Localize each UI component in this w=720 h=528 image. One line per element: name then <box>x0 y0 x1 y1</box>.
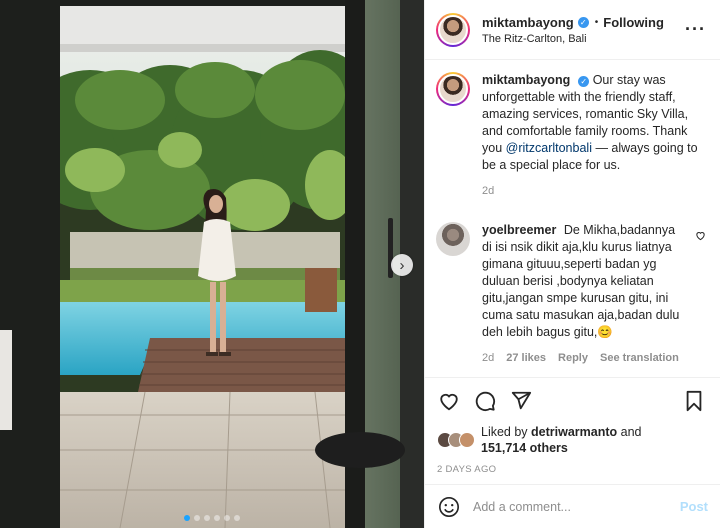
likes-and-text: and <box>617 425 642 439</box>
post-side-panel: miktambayong ✓ • Following The Ritz-Carl… <box>424 0 720 528</box>
post-header: miktambayong ✓ • Following The Ritz-Carl… <box>425 0 720 60</box>
caption-meta: 2d <box>482 183 706 200</box>
likes-summary: Liked by detriwarmanto and 151,714 other… <box>437 424 706 456</box>
post-actions: Liked by detriwarmanto and 151,714 other… <box>425 377 720 475</box>
add-comment-bar: Add a comment... Post <box>425 484 720 528</box>
carousel-dot <box>204 515 210 521</box>
carousel-dot <box>234 515 240 521</box>
heart-icon[interactable] <box>437 389 461 413</box>
carousel-dot <box>184 515 190 521</box>
comments-section: miktambayong ✓ Our stay was unforgettable… <box>425 60 720 377</box>
post-location[interactable]: The Ritz-Carlton, Bali <box>482 33 685 45</box>
verified-badge-icon: ✓ <box>577 16 589 28</box>
carousel-indicator <box>0 515 424 521</box>
following-button[interactable]: Following <box>603 15 664 30</box>
liker-avatars <box>437 432 475 448</box>
likes-others-count[interactable]: 151,714 others <box>481 441 568 455</box>
caption-age[interactable]: 2d <box>482 183 494 200</box>
caption-body: miktambayong ✓ Our stay was unforgettable… <box>482 72 706 200</box>
share-icon[interactable] <box>509 389 533 413</box>
carousel-dot <box>194 515 200 521</box>
caption-author-avatar[interactable] <box>436 72 470 106</box>
carousel-dot <box>224 515 230 521</box>
see-translation-button[interactable]: See translation <box>600 350 679 367</box>
author-info: miktambayong ✓ • Following The Ritz-Carl… <box>482 15 685 45</box>
comment-body: yoelbreemer De Mikha,badannya di isi nsi… <box>482 222 687 367</box>
bookmark-icon[interactable] <box>682 389 706 413</box>
post-comment-button[interactable]: Post <box>680 499 708 514</box>
action-icons-row <box>437 388 706 414</box>
caption: miktambayong ✓ Our stay was unforgettable… <box>436 72 706 200</box>
comment-icon[interactable] <box>473 389 497 413</box>
photo-illustration <box>0 0 424 528</box>
comment-age[interactable]: 2d <box>482 350 494 367</box>
author-username[interactable]: miktambayong <box>482 15 574 30</box>
post-photo[interactable]: › <box>0 0 424 528</box>
comment-item: yoelbreemer De Mikha,badannya di isi nsi… <box>436 222 706 367</box>
liker-username[interactable]: detriwarmanto <box>531 425 617 439</box>
liker-avatar[interactable] <box>459 432 475 448</box>
comment-author-username[interactable]: yoelbreemer <box>482 223 556 237</box>
next-slide-button[interactable]: › <box>391 254 413 276</box>
liked-by-prefix: Liked by <box>481 425 532 439</box>
commenter-avatar[interactable] <box>436 222 470 256</box>
emoji-icon[interactable] <box>437 495 461 519</box>
chevron-right-icon: › <box>399 256 405 274</box>
caption-mention-link[interactable]: @ritzcarltonbali <box>506 141 592 155</box>
add-comment-input[interactable]: Add a comment... <box>473 500 680 514</box>
carousel-dot <box>214 515 220 521</box>
caption-author-username[interactable]: miktambayong <box>482 73 570 87</box>
reply-button[interactable]: Reply <box>558 350 588 367</box>
comment-meta: 2d 27 likes Reply See translation <box>482 350 687 367</box>
comment-likes-count[interactable]: 27 likes <box>506 350 546 367</box>
post-timestamp[interactable]: 2 DAYS AGO <box>437 464 706 475</box>
author-avatar[interactable] <box>436 12 470 47</box>
comment-text: De Mikha,badannya di isi nsik dikit aja,… <box>482 223 680 339</box>
comment-like-heart-icon[interactable] <box>695 230 706 244</box>
more-options-icon[interactable]: ··· <box>685 19 706 40</box>
verified-badge-icon: ✓ <box>578 76 590 87</box>
header-separator: • <box>594 16 599 28</box>
post-viewer: › miktambayong ✓ • Following The Ritz-Ca… <box>0 0 720 528</box>
